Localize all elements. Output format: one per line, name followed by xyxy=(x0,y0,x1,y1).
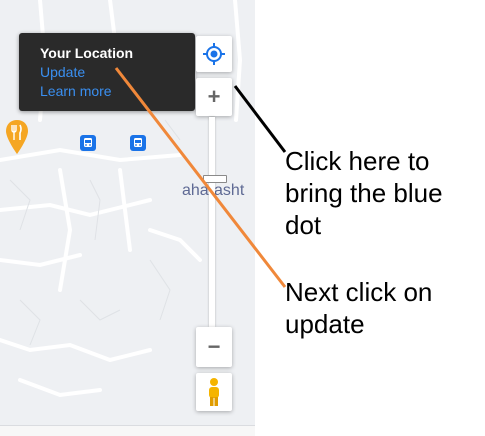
tooltip-title: Your Location xyxy=(40,45,134,61)
map-footer-strip xyxy=(0,425,255,436)
zoom-out-button[interactable]: − xyxy=(196,327,232,367)
plus-icon: + xyxy=(207,84,221,109)
update-link[interactable]: Update xyxy=(40,64,85,80)
street-view-pegman-button[interactable] xyxy=(196,373,232,411)
restaurant-pin-icon[interactable] xyxy=(6,120,28,161)
zoom-slider-track[interactable] xyxy=(209,117,215,327)
your-location-tooltip: Your Location Update Learn more xyxy=(19,33,195,111)
my-location-icon xyxy=(203,43,225,65)
annotation-location-button: Click here to bring the blue dot xyxy=(285,146,443,240)
annotation-update-link: Next click on update xyxy=(285,277,433,339)
bus-stop-icon[interactable] xyxy=(130,135,146,151)
zoom-slider-handle[interactable] xyxy=(203,175,227,183)
map-canvas[interactable]: aharasht Your Location Update Learn more… xyxy=(0,0,255,425)
learn-more-link[interactable]: Learn more xyxy=(40,83,112,99)
zoom-in-button[interactable]: + xyxy=(196,78,232,116)
my-location-button[interactable] xyxy=(196,36,232,72)
bus-stop-icon[interactable] xyxy=(80,135,96,151)
pegman-icon xyxy=(209,378,219,406)
minus-icon: − xyxy=(207,334,221,359)
